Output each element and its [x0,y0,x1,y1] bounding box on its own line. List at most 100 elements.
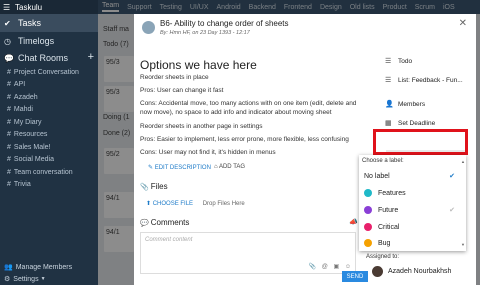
comment-icon: 💬 [140,220,149,227]
manage-members-button[interactable]: 👥 Manage Members [0,261,98,273]
choose-file-button[interactable]: ⬆ CHOOSE FILE [146,201,193,207]
scroll-up-icon[interactable]: ▲ [461,159,465,164]
chat-rooms-label: Chat Rooms [17,53,68,63]
assigned-to-label: Assigned to: [366,254,400,260]
clock-icon: ◷ [4,36,11,46]
label-option-future[interactable]: Future ✔ [359,202,459,218]
assignee-name: Azadeh Nourbakhsh [388,268,452,275]
mention-icon[interactable]: @ [322,264,328,270]
hash-icon: # [7,168,11,176]
check-icon: ✔ [449,207,455,214]
highlight-frame [373,129,468,155]
settings-button[interactable]: ⚙ Settings ▼ [0,273,98,285]
sidebar-item-room[interactable]: # Trivia [0,179,98,192]
status-todo-item[interactable]: ☰ Todo [385,57,412,66]
sidebar-item-room[interactable]: # Resources [0,129,98,142]
list-icon: ☰ [385,77,392,84]
color-dot-icon [364,206,372,214]
sidebar: ☰ Taskulu ✔ Tasks ◷ Timelogs 💬 Chat Room… [0,0,98,285]
dropdown-heading: Choose a label: [362,158,404,164]
edit-description-button[interactable]: ✎ EDIT DESCRIPTION [148,164,211,171]
hash-icon: # [7,81,11,89]
sidebar-item-room[interactable]: # Project Conversation [0,66,98,79]
list-icon: ☰ [385,58,392,65]
label-dropdown: Choose a label: No label ✔ Features Futu… [359,155,466,251]
hash-icon: # [7,68,11,76]
hash-icon: # [7,93,11,101]
sidebar-item-label: Timelogs [18,36,55,46]
description-line: Reorder sheets in another page in settin… [140,123,263,130]
hash-icon: # [7,143,11,151]
app-title: Taskulu [15,2,43,12]
task-title[interactable]: B6- Ability to change order of sheets [160,19,289,28]
sidebar-item-tasks[interactable]: ✔ Tasks [0,14,98,32]
sidebar-item-room[interactable]: # Azadeh [0,91,98,104]
check-icon: ✔ [449,173,455,180]
dropdown-scrollbar[interactable]: ▲ ▼ [461,159,465,247]
calendar-icon: ▦ [385,120,392,127]
task-meta: By: Hmn HF, on 23 Day 1393 - 12:17 [160,30,250,36]
chat-icon: 💬 [4,53,14,63]
attach-icon[interactable]: 📎 [309,264,316,270]
gear-icon: ⚙ [4,276,11,283]
avatar [142,21,155,34]
hash-icon: # [7,118,11,126]
sidebar-item-label: Tasks [18,18,42,28]
hash-icon: # [7,156,11,164]
comment-input[interactable]: Comment content 📎 @ ▣ ☺ [140,232,356,274]
scroll-down-icon[interactable]: ▼ [461,242,465,247]
drop-files-zone[interactable]: Drop Files Here [203,201,245,207]
hash-icon: # [7,131,11,139]
description-title: Options we have here [140,58,257,72]
close-icon[interactable]: ✕ [459,18,467,29]
label-option-features[interactable]: Features [359,185,459,201]
description-line: Pros: Easier to implement, less error pr… [140,136,349,143]
add-room-icon[interactable]: + [88,51,94,63]
hash-icon: # [7,181,11,189]
sidebar-item-room[interactable]: # Team conversation [0,166,98,179]
sidebar-footer: 👥 Manage Members ⚙ Settings ▼ [0,261,98,285]
megaphone-icon[interactable]: 📣 [349,218,358,226]
send-button[interactable]: SEND [342,271,368,282]
color-dot-icon [364,223,372,231]
paperclip-icon: 📎 [140,184,149,191]
comment-placeholder: Comment content [145,237,193,243]
label-option-bug[interactable]: Bug [359,235,459,251]
upload-icon: ⬆ [146,201,153,207]
person-icon: 👤 [385,101,394,108]
list-feedback-item[interactable]: ☰ List: Feedback - Fun... [385,76,463,85]
label-option-critical[interactable]: Critical [359,219,459,235]
description-line: Cons: Accidental move, too many actions … [140,100,357,116]
label-option-no-label[interactable]: No label ✔ [359,168,459,184]
pencil-icon: ✎ [148,165,155,171]
files-row: ⬆ CHOOSE FILE Drop Files Here [146,200,245,207]
sidebar-item-room[interactable]: # API [0,79,98,92]
files-section-title: 📎 Files [140,182,168,191]
members-button[interactable]: 👤 Members [385,100,425,109]
check-icon: ✔ [4,18,11,28]
comment-toolbar: 📎 @ ▣ ☺ [305,263,351,270]
emoji-icon[interactable]: ☺ [345,264,351,270]
comments-section-title: 💬 Comments [140,218,190,227]
color-dot-icon [364,239,372,247]
color-dot-icon [364,189,372,197]
avatar [372,266,383,277]
sidebar-item-room[interactable]: # My Diary [0,116,98,129]
chevron-down-icon: ▼ [40,276,46,282]
hash-icon: # [7,106,11,114]
menu-icon[interactable]: ☰ [3,3,11,12]
description-line: Pros: User can change it fast [140,87,224,94]
description-line: Reorder sheets in place [140,74,209,81]
image-icon[interactable]: ▣ [334,264,340,270]
sidebar-item-timelogs[interactable]: ◷ Timelogs [0,32,98,50]
description-line: Cons: User may not find it, it's hidden … [140,149,276,156]
sidebar-item-room[interactable]: # Social Media [0,154,98,167]
add-tag-button[interactable]: ⌂ ADD TAG [214,164,245,170]
sidebar-item-room[interactable]: # Sales Male! [0,141,98,154]
app-header: ☰ Taskulu [0,0,98,14]
sidebar-item-room[interactable]: # Mahdi [0,104,98,117]
set-deadline-button[interactable]: ▦ Set Deadline [385,119,435,128]
people-icon: 👥 [4,264,13,271]
task-header: B6- Ability to change order of sheets By… [134,14,476,40]
assignee[interactable]: Azadeh Nourbakhsh [372,266,451,277]
